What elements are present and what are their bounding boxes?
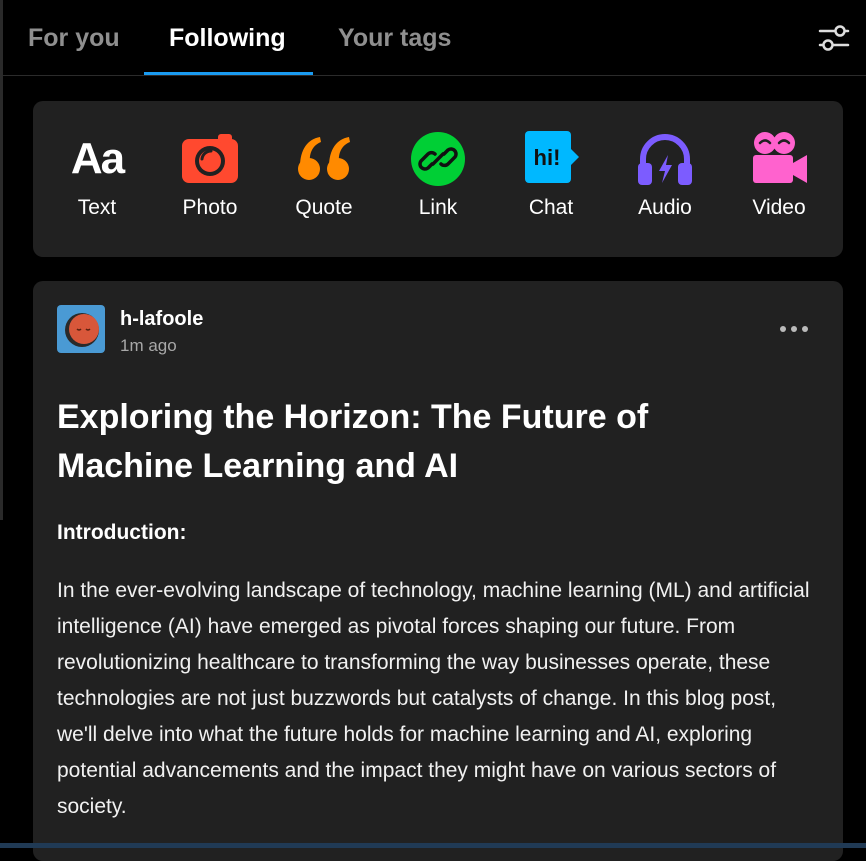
post-body-text: In the ever-evolving landscape of techno… — [57, 579, 810, 818]
composer-text-label: Text — [77, 196, 117, 219]
window-edge — [0, 0, 3, 520]
feed-tabs: For you Following Your tags — [0, 0, 866, 76]
chat-icon: hi! — [525, 131, 579, 183]
camera-icon — [182, 134, 238, 183]
composer-quote-label: Quote — [295, 196, 353, 219]
composer-text-button[interactable]: Aa Text — [42, 129, 152, 229]
post-author-name[interactable]: h-lafoole — [120, 308, 203, 331]
window-bottom-edge — [0, 843, 866, 848]
composer-photo-label: Photo — [182, 196, 238, 219]
composer-photo-button[interactable]: Photo — [155, 129, 265, 229]
tab-following[interactable]: Following — [169, 0, 286, 76]
link-icon — [411, 132, 465, 186]
post-title: Exploring the Horizon: The Future of Mac… — [57, 398, 649, 485]
more-options-icon[interactable] — [777, 317, 811, 341]
composer-chat-button[interactable]: hi! Chat — [496, 129, 606, 229]
avatar-face-icon — [57, 305, 105, 353]
tab-for-you[interactable]: For you — [28, 0, 120, 76]
headphones-icon — [638, 134, 692, 185]
sliders-icon[interactable] — [816, 20, 852, 56]
post-type-composer: Aa Text Photo Quote Link hi! Chat Audio … — [33, 101, 843, 257]
avatar[interactable] — [57, 305, 105, 353]
quote-icon — [298, 137, 350, 180]
composer-quote-button[interactable]: Quote — [269, 129, 379, 229]
post-section-heading: Introduction: — [57, 521, 187, 544]
video-camera-icon — [753, 132, 807, 183]
tab-your-tags[interactable]: Your tags — [338, 0, 451, 76]
chat-icon-glyph: hi! — [534, 145, 561, 170]
composer-video-label: Video — [752, 196, 806, 219]
composer-link-button[interactable]: Link — [383, 129, 493, 229]
composer-chat-label: Chat — [528, 196, 574, 219]
post-timestamp[interactable]: 1m ago — [120, 336, 177, 356]
composer-link-label: Link — [418, 196, 458, 219]
composer-audio-label: Audio — [638, 196, 692, 219]
composer-video-button[interactable]: Video — [724, 129, 834, 229]
composer-audio-button[interactable]: Audio — [610, 129, 720, 229]
post-card: h-lafoole 1m ago Exploring the Horizon: … — [33, 281, 843, 861]
text-icon: Aa — [70, 134, 125, 183]
active-tab-indicator — [144, 72, 313, 75]
